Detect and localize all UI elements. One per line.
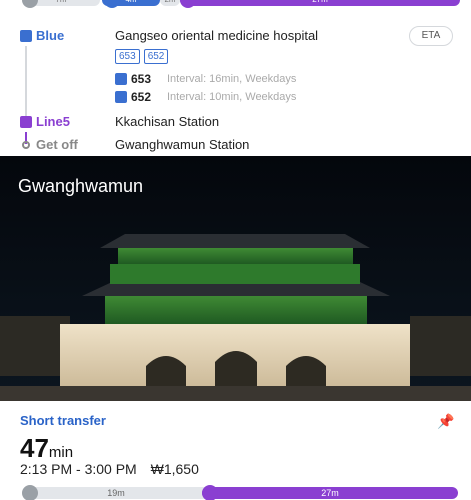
pin-icon[interactable]: 📌 bbox=[437, 413, 454, 429]
time-and-fare: 2:13 PM - 3:00 PM ₩1,650 bbox=[20, 461, 199, 477]
walk-segment-2: 2m bbox=[160, 0, 180, 6]
top-route-bar: 7m 4m 2m 27m bbox=[0, 0, 471, 8]
bus-icon bbox=[20, 29, 32, 42]
circle-icon bbox=[22, 140, 30, 149]
subway-icon bbox=[20, 115, 32, 128]
getoff-station-name: Gwanghwamun Station bbox=[115, 137, 250, 152]
subway-segment: 27m bbox=[202, 487, 458, 499]
bus-number: 653 bbox=[131, 72, 152, 86]
bus-line-row: 652 Interval: 10min, Weekdays bbox=[115, 90, 296, 104]
walk-segment: 19m bbox=[22, 487, 210, 499]
subway-icon bbox=[180, 0, 196, 8]
walk-icon bbox=[22, 485, 38, 500]
bus-icon bbox=[115, 91, 127, 103]
photo-title: Gwanghwamun bbox=[18, 176, 144, 196]
route-summary[interactable]: Short transfer 📌 47min 2:13 PM - 3:00 PM… bbox=[0, 401, 471, 500]
bus-line-row: 653 Interval: 16min, Weekdays bbox=[115, 72, 296, 86]
route-details: Blue Gangseo oriental medicine hospital … bbox=[0, 18, 471, 156]
bus-number: 652 bbox=[131, 90, 152, 104]
time-range: 2:13 PM - 3:00 PM bbox=[20, 461, 137, 477]
subway-segment: 27m bbox=[180, 0, 460, 6]
getoff-label: Get off bbox=[36, 137, 78, 152]
destination-photo: Gwanghwamun bbox=[0, 156, 471, 401]
fare: ₩1,650 bbox=[150, 461, 199, 477]
subway-step: Line5 bbox=[20, 114, 70, 129]
duration-value: 47 bbox=[20, 433, 49, 463]
bus-interval: Interval: 10min, Weekdays bbox=[167, 91, 297, 103]
bus-chip[interactable]: 652 bbox=[143, 49, 169, 64]
subway-mode-label: Line5 bbox=[36, 114, 70, 129]
bus-interval: Interval: 16min, Weekdays bbox=[167, 73, 297, 85]
bus-step: Blue bbox=[20, 28, 64, 43]
getoff-step: Get off bbox=[20, 137, 78, 152]
subway-station-name: Kkachisan Station bbox=[115, 114, 220, 129]
walk-icon bbox=[22, 0, 38, 8]
bus-icon bbox=[104, 0, 120, 8]
subway-icon bbox=[202, 485, 218, 500]
bus-icon bbox=[115, 73, 127, 85]
duration-unit: min bbox=[48, 444, 74, 461]
bus-chips: 653 652 bbox=[115, 49, 169, 64]
eta-button[interactable]: ETA bbox=[409, 26, 453, 46]
bus-chip[interactable]: 653 bbox=[115, 49, 140, 64]
bus-stop-name: Gangseo oriental medicine hospital bbox=[115, 28, 319, 43]
bus-mode-label: Blue bbox=[36, 28, 65, 43]
summary-route-bar: 19m 27m bbox=[0, 485, 471, 500]
route-type-label: Short transfer bbox=[20, 413, 106, 428]
total-duration: 47min bbox=[20, 433, 73, 464]
